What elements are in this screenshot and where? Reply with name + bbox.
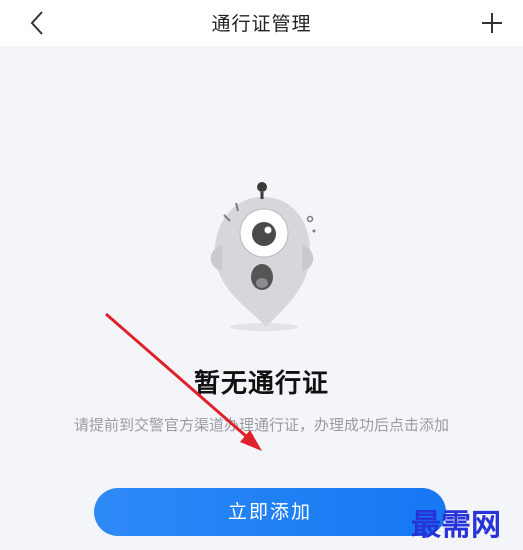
crying-ghost-mascot	[210, 182, 316, 331]
top-navbar: 通行证管理	[0, 0, 523, 46]
watermark-text: 最需网	[411, 509, 501, 542]
site-watermark: 最需网	[411, 509, 501, 542]
empty-state-panel: 暂无通行证 请提前到交警官方渠道办理通行证，办理成功后点击添加 立即添加	[0, 46, 523, 550]
empty-state-hint: 请提前到交警官方渠道办理通行证，办理成功后点击添加	[73, 416, 449, 434]
plus-icon	[482, 13, 502, 33]
add-pass-button[interactable]	[475, 6, 509, 40]
page-title: 通行证管理	[211, 13, 312, 35]
add-now-button[interactable]: 立即添加	[94, 488, 446, 536]
empty-state-title: 暂无通行证	[193, 369, 329, 399]
